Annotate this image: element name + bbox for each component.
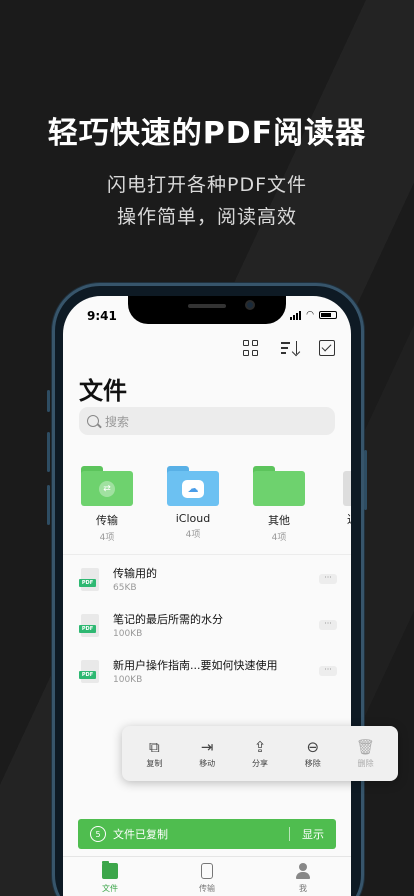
pdf-file-icon: PDF: [79, 568, 99, 591]
folder-name: 其他: [268, 514, 290, 527]
folder-list: ⇄ 传输 4项 ☁ iCloud 4项 其他 4项: [81, 466, 305, 543]
battery-icon: [319, 311, 337, 319]
tab-bar: 文件 传输 我: [63, 856, 351, 896]
notch: [128, 296, 286, 324]
trash-icon: 🗑: [356, 738, 376, 756]
folder-name: iCloud: [175, 512, 211, 525]
folder-partial-label: 近: [347, 511, 351, 527]
promo-headline: 轻巧快速的PDF阅读器: [47, 116, 367, 151]
folder-icloud[interactable]: ☁ iCloud 4项: [167, 466, 219, 543]
folder-count: 4项: [99, 533, 115, 543]
phone-power-button: [364, 450, 367, 510]
phone-screen: 9:41 ◠ 文件 搜索 ⇄ 传输 4项 ☁ iCloud 4项 其他 4项 P…: [63, 296, 351, 896]
signal-icon: [290, 310, 302, 320]
wifi-icon: ◠: [306, 310, 314, 320]
folder-count: 4项: [271, 533, 287, 543]
tab-transfer[interactable]: 传输: [182, 863, 232, 894]
action-label: 删除: [357, 759, 374, 768]
promo-subline-2: 操作简单，阅读高效: [116, 206, 297, 228]
action-label: 复制: [146, 759, 163, 768]
move-icon: ⇥: [200, 738, 214, 756]
phone-volume-down: [47, 485, 50, 525]
copy-icon: ⧉: [149, 738, 160, 756]
status-time: 9:41: [87, 309, 117, 323]
folder-transfer[interactable]: ⇄ 传输 4项: [81, 466, 133, 543]
delete-button[interactable]: 🗑 删除: [344, 738, 388, 769]
divider: [63, 554, 351, 555]
remove-button[interactable]: ⊖ 移除: [291, 738, 335, 769]
promo-subline-1: 闪电打开各种PDF文件: [106, 174, 308, 196]
folder-other[interactable]: 其他 4项: [253, 466, 305, 543]
grid-view-icon[interactable]: [243, 340, 259, 356]
cloud-icon: ☁: [182, 479, 204, 498]
file-name: 传输用的: [113, 567, 157, 580]
share-button[interactable]: ⇪ 分享: [238, 738, 282, 769]
copy-toast: 5 文件已复制 显示: [78, 819, 336, 849]
action-label: 分享: [251, 759, 268, 768]
search-input[interactable]: 搜索: [79, 407, 335, 435]
folder-name: 传输: [96, 514, 118, 527]
file-list: PDF 传输用的 65KB ··· PDF 笔记的最后所需的水分 100KB ·…: [63, 564, 351, 702]
camera-icon: [245, 300, 255, 310]
folder-icon: [102, 861, 118, 879]
select-check-icon[interactable]: [319, 340, 335, 356]
file-size: 100KB: [113, 675, 143, 685]
more-icon[interactable]: ···: [319, 620, 337, 630]
toast-message: 文件已复制: [113, 828, 168, 841]
tab-files[interactable]: 文件: [85, 861, 135, 894]
more-icon[interactable]: ···: [319, 574, 337, 584]
copy-button[interactable]: ⧉ 复制: [132, 738, 176, 769]
toolbar: [243, 340, 335, 356]
transfer-icon: ⇄: [99, 480, 115, 497]
search-placeholder: 搜索: [105, 414, 130, 429]
tab-me[interactable]: 我: [278, 863, 328, 894]
more-icon[interactable]: ···: [319, 666, 337, 676]
phone-wifi-icon: [201, 863, 213, 879]
toast-count: 5: [90, 826, 106, 842]
tab-label: 文件: [102, 884, 118, 893]
phone-side-button: [47, 390, 50, 412]
list-item[interactable]: PDF 笔记的最后所需的水分 100KB ···: [63, 610, 351, 656]
toast-show-button[interactable]: 显示: [302, 826, 324, 842]
file-name: 新用户操作指南...要如何快速使用: [113, 659, 278, 672]
status-icons: ◠: [290, 310, 337, 320]
sort-icon[interactable]: [281, 340, 297, 356]
action-label: 移动: [199, 759, 216, 768]
user-icon: [295, 863, 311, 879]
pdf-file-icon: PDF: [79, 660, 99, 683]
toast-divider: [289, 827, 290, 841]
file-size: 65KB: [113, 583, 137, 593]
tab-label: 传输: [199, 884, 215, 893]
folder-count: 4项: [185, 530, 201, 540]
file-size: 100KB: [113, 629, 143, 639]
phone-volume-up: [47, 432, 50, 472]
list-item[interactable]: PDF 新用户操作指南...要如何快速使用 100KB ···: [63, 656, 351, 702]
search-icon: [87, 415, 99, 427]
tab-label: 我: [299, 884, 307, 893]
move-button[interactable]: ⇥ 移动: [185, 738, 229, 769]
remove-icon: ⊖: [306, 738, 320, 756]
file-action-bar: ⧉ 复制 ⇥ 移动 ⇪ 分享 ⊖ 移除 🗑 删除: [122, 726, 398, 781]
file-name: 笔记的最后所需的水分: [113, 613, 223, 626]
folder-partial[interactable]: [343, 471, 351, 506]
action-label: 移除: [304, 759, 321, 768]
speaker: [188, 304, 226, 308]
page-title: 文件: [79, 377, 127, 405]
pdf-file-icon: PDF: [79, 614, 99, 637]
list-item[interactable]: PDF 传输用的 65KB ···: [63, 564, 351, 610]
share-icon: ⇪: [253, 738, 267, 756]
